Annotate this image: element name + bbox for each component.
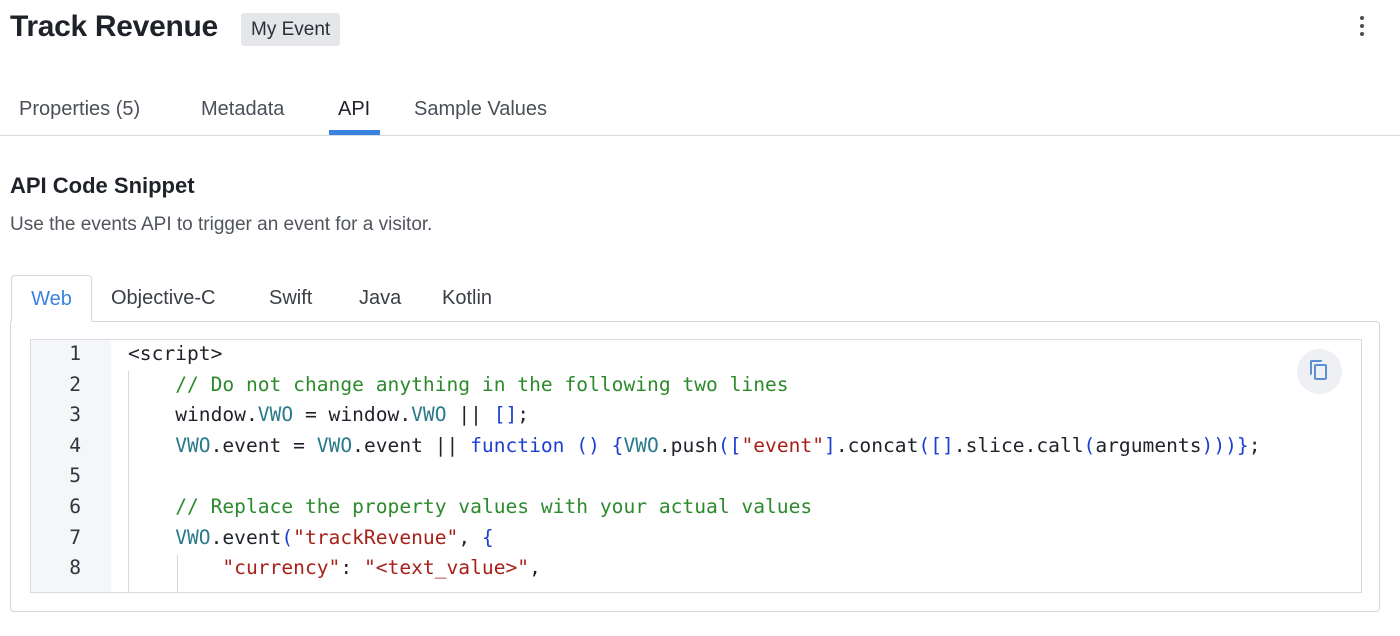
- detail-tabs: Properties (5) Metadata API Sample Value…: [0, 92, 1400, 136]
- tab-sample-values[interactable]: Sample Values: [414, 98, 547, 136]
- code-line: 4 VWO.event = VWO.event || function () {…: [31, 432, 1361, 463]
- line-number: 7: [69, 525, 81, 549]
- code-editor[interactable]: 1 <script> 2 // Do not change anything in …: [30, 339, 1362, 593]
- code-line: 2 // Do not change anything in the follo…: [31, 371, 1361, 402]
- code-text: VWO.event("trackRevenue", {: [175, 525, 494, 549]
- line-number: 6: [69, 495, 81, 518]
- line-number: 3: [69, 403, 81, 427]
- tab-metadata[interactable]: Metadata: [201, 98, 284, 136]
- kebab-menu-icon[interactable]: [1346, 12, 1378, 42]
- code-text: window.VWO = window.VWO || [];: [175, 403, 530, 427]
- lang-tab-java[interactable]: Java: [359, 275, 401, 322]
- code-text: "currency": "<text_value>",: [222, 556, 541, 580]
- code-panel: 1 <script> 2 // Do not change anything in …: [10, 321, 1380, 612]
- line-number: 1: [69, 342, 81, 365]
- event-badge: My Event: [241, 13, 341, 46]
- tab-properties[interactable]: Properties (5): [19, 98, 140, 136]
- line-number: 5: [69, 464, 81, 488]
- code-line: 3 window.VWO = window.VWO || [];: [31, 401, 1361, 432]
- lang-tab-kotlin[interactable]: Kotlin: [442, 275, 492, 322]
- code-line: 1 <script>: [31, 340, 1361, 371]
- page-title: Track Revenue: [10, 10, 218, 43]
- section-description: Use the events API to trigger an event f…: [10, 214, 433, 235]
- copy-icon[interactable]: [1297, 349, 1342, 394]
- code-text: // Replace the property values with your…: [175, 495, 813, 518]
- line-number: 8: [69, 556, 81, 580]
- section-title: API Code Snippet: [10, 173, 195, 198]
- code-line: 5: [31, 462, 1361, 493]
- code-text: VWO.event = VWO.event || function () {VW…: [175, 433, 1261, 457]
- line-number: 2: [69, 372, 81, 396]
- line-number: 4: [69, 433, 81, 457]
- page-header: Track Revenue My Event: [0, 0, 1400, 60]
- lang-tab-swift[interactable]: Swift: [269, 275, 312, 322]
- active-tab-indicator: [329, 130, 380, 135]
- code-text: // Do not change anything in the followi…: [175, 372, 789, 396]
- code-line: 6 // Replace the property values with yo…: [31, 493, 1361, 524]
- code-line: 7 VWO.event("trackRevenue", {: [31, 524, 1361, 555]
- code-text: <script>: [128, 342, 223, 365]
- language-tabs: Web Objective-C Swift Java Kotlin: [10, 275, 1380, 322]
- lang-tab-web[interactable]: Web: [11, 275, 92, 322]
- lang-tab-objective-c[interactable]: Objective-C: [111, 275, 215, 322]
- code-line: 8 "currency": "<text_value>",: [31, 554, 1361, 585]
